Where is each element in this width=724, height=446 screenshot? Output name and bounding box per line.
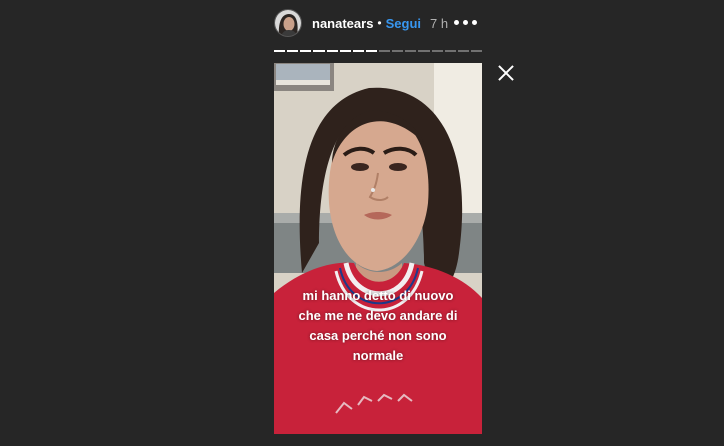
separator-dot: • (377, 16, 382, 30)
story-photo (274, 63, 482, 434)
progress-segment-fill (287, 50, 299, 52)
caption-line: normale (352, 348, 404, 363)
progress-segment (392, 50, 404, 52)
caption-line: mi hanno detto di nuovo (302, 288, 454, 303)
progress-segment-fill (365, 50, 377, 52)
progress-segment (287, 50, 299, 52)
progress-segment (418, 50, 430, 52)
story-progress-bar (274, 50, 482, 52)
progress-segment (470, 50, 482, 52)
progress-segment (457, 50, 469, 52)
progress-segment-fill (300, 50, 312, 52)
progress-segment (352, 50, 364, 52)
avatar[interactable] (274, 9, 302, 37)
close-icon[interactable] (497, 64, 515, 82)
progress-segment (379, 50, 391, 52)
progress-segment (300, 50, 312, 52)
progress-segment (313, 50, 325, 52)
progress-segment-fill (339, 50, 351, 52)
progress-segment (431, 50, 443, 52)
progress-segment-fill (352, 50, 364, 52)
timestamp: 7 h (430, 15, 449, 31)
progress-segment-fill (326, 50, 338, 52)
progress-segment (339, 50, 351, 52)
progress-segment (274, 50, 286, 52)
caption-line: casa perché non sono (309, 328, 447, 343)
caption-line: che me ne devo andare di (298, 308, 458, 323)
story-caption: mi hanno detto di nuovo che me ne devo a… (282, 286, 474, 366)
username[interactable]: nanatears (312, 16, 373, 31)
story-media[interactable]: mi hanno detto di nuovo che me ne devo a… (274, 63, 482, 434)
progress-segment (444, 50, 456, 52)
more-options-icon[interactable] (454, 17, 478, 29)
progress-segment (405, 50, 417, 52)
progress-segment-fill (313, 50, 325, 52)
progress-segment (326, 50, 338, 52)
follow-button[interactable]: Segui (386, 16, 421, 31)
story-header: nanatears • Segui 7 h (274, 8, 482, 38)
progress-segment (365, 50, 377, 52)
progress-segment-fill (274, 50, 286, 52)
